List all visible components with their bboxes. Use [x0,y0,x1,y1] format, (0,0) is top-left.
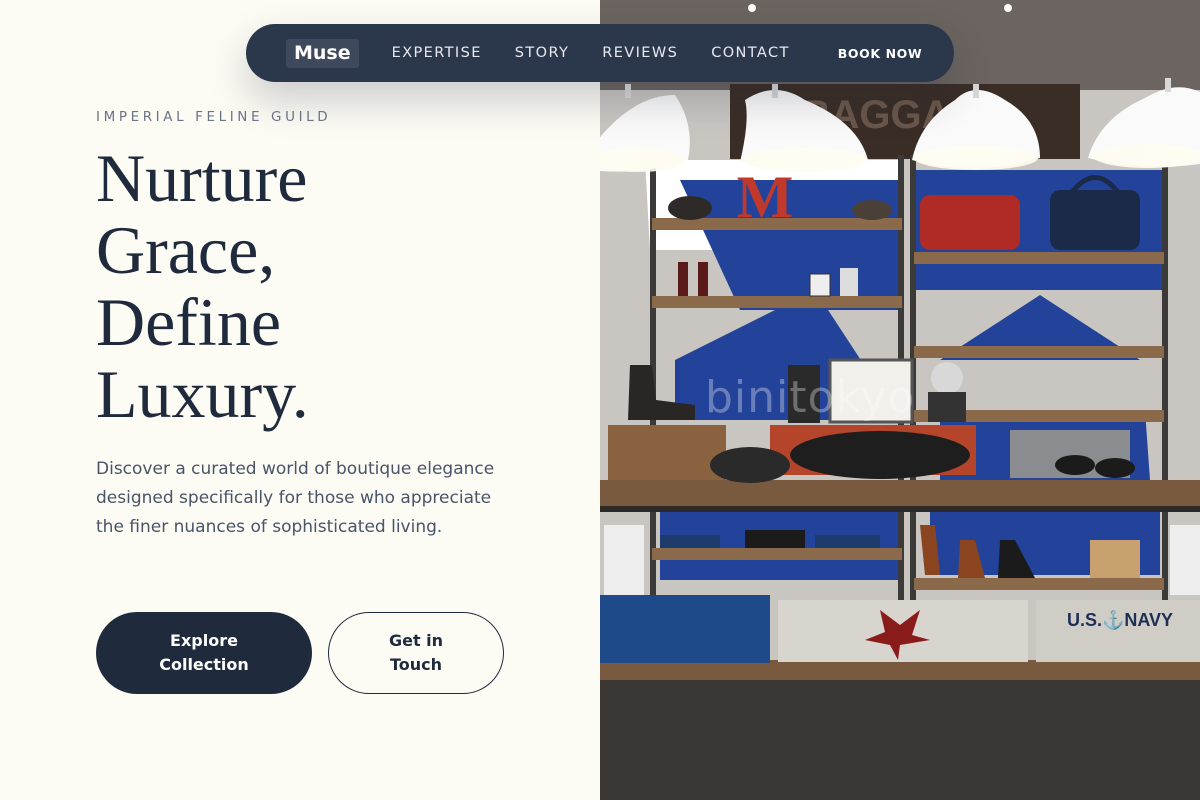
book-now-button[interactable]: BOOK NOW [838,46,923,61]
headline-line: Grace, [96,212,276,288]
headline-line: Luxury. [96,356,309,432]
top-nav: Muse EXPERTISE STORY REVIEWS CONTACT BOO… [246,24,954,82]
brand-logo[interactable]: Muse [286,38,359,68]
nav-link-story[interactable]: STORY [515,45,569,61]
hero-eyebrow: IMPERIAL FELINE GUILD [96,109,332,125]
hero-headline: Nurture Grace, Define Luxury. [96,142,516,430]
headline-line: Define [96,284,282,360]
nav-link-expertise[interactable]: EXPERTISE [392,45,482,61]
button-label-line: Collection [159,655,249,674]
button-label-line: Touch [389,655,443,674]
headline-line: Nurture [96,140,308,216]
watermark-text: binitokyo [705,372,916,423]
get-in-touch-button[interactable]: Get in Touch [328,612,504,694]
button-label-line: Get in [388,631,444,650]
explore-collection-button[interactable]: Explore Collection [96,612,312,694]
nav-link-contact[interactable]: CONTACT [711,45,790,61]
navy-shirt-text: U.S.⚓NAVY [1067,609,1173,630]
hero-description: Discover a curated world of boutique ele… [96,459,495,537]
nav-link-reviews[interactable]: REVIEWS [602,45,678,61]
red-letter-m: M [737,164,794,230]
button-label-line: Explore [170,631,238,650]
